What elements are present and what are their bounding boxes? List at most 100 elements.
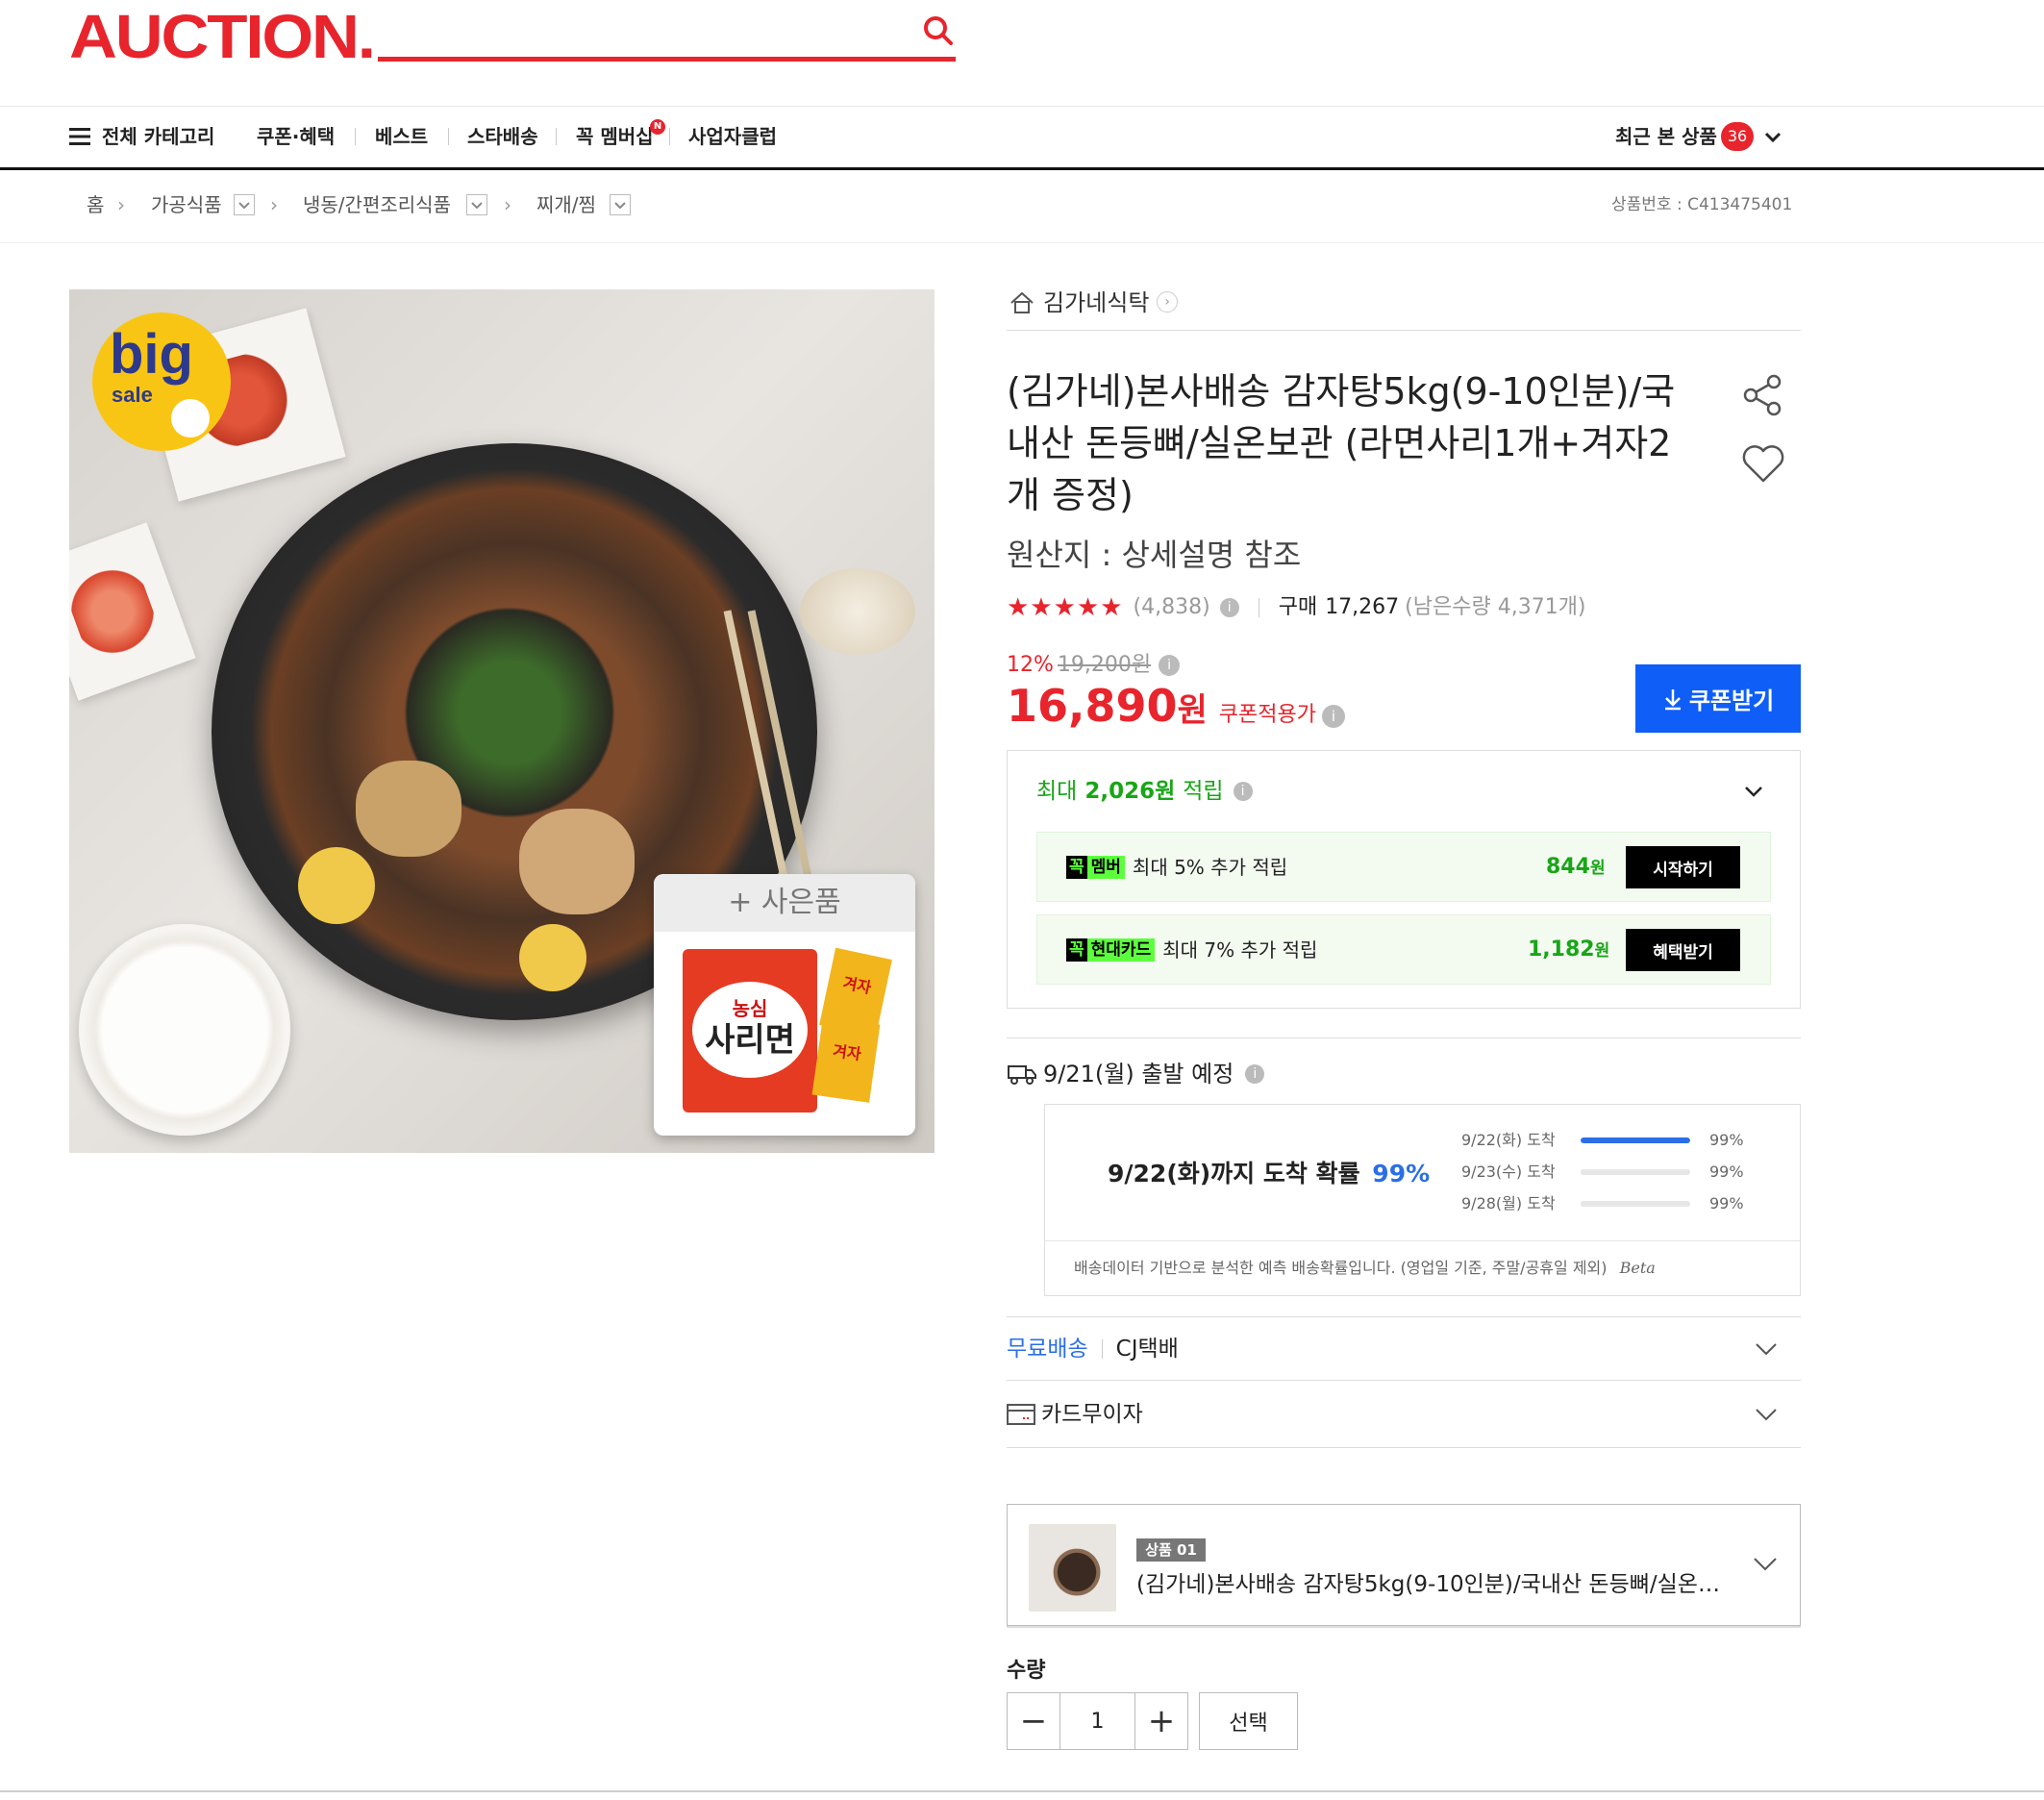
store-divider [1007, 330, 1801, 331]
nav-separator [355, 128, 356, 145]
quantity-input[interactable]: 1 [1060, 1693, 1134, 1749]
chevron-right-icon: › [504, 193, 511, 216]
ramen-package: 농심 사리면 [683, 949, 817, 1112]
price-unit: 원 [1177, 691, 1208, 730]
header-divider [0, 106, 2044, 107]
bar-pct-1: 99% [1709, 1162, 1744, 1181]
increase-quantity-button[interactable]: + [1134, 1693, 1187, 1749]
recent-items-label[interactable]: 최근 본 상품 [1615, 122, 1717, 151]
gift-card: + 사은품 농심 사리면 겨자 겨자 [654, 874, 915, 1136]
chevron-right-icon[interactable]: › [1157, 291, 1178, 312]
departure-row: 9/21(월) 출발 예정 i [1007, 1057, 1265, 1091]
origin-info: 원산지 : 상세설명 참조 [1007, 537, 1302, 573]
chevron-down-icon[interactable] [1743, 781, 1764, 802]
search-icon[interactable] [921, 13, 956, 48]
breadcrumb-dropdown[interactable] [234, 194, 255, 215]
member-points-row: 꼭 멤버 최대 5% 추가 적립 844원 시작하기 [1036, 832, 1771, 902]
option-thumbnail [1029, 1524, 1116, 1612]
rice-bowl [79, 924, 290, 1136]
chevron-down-icon[interactable] [1752, 1550, 1779, 1577]
max-points-row[interactable]: 최대 2,026원 적립 i [1036, 775, 1253, 808]
bar-track-2 [1581, 1201, 1690, 1207]
option-name: (김가네)본사배송 감자탕5kg(9-10인분)/국내산 돈등뼈/실온보... [1136, 1572, 1723, 1597]
price-row: 16,890 원 쿠폰적용가 i [1007, 679, 1345, 733]
probability-bars: 9/22(화) 도착 99% 9/23(수) 도착 99% 9/28(월) 도착… [1461, 1130, 1750, 1226]
discount-rate: 12% [1007, 653, 1054, 677]
rating-row: ★★★★★ (4,838) i 구매 17,267 (남은수량 4,371개) [1007, 591, 1586, 624]
chevron-down-icon[interactable] [1754, 1337, 1779, 1362]
bar-label-1: 9/23(수) 도착 [1461, 1162, 1556, 1181]
breadcrumb-dropdown[interactable] [610, 194, 631, 215]
select-button[interactable]: 선택 [1199, 1692, 1298, 1750]
search-input[interactable] [378, 10, 956, 62]
nav-membership[interactable]: 꼭 멤버십 [576, 122, 654, 151]
store-home-icon [1010, 290, 1034, 315]
info-icon[interactable]: i [1219, 598, 1239, 617]
remaining-stock: (남은수량 4,371개) [1405, 595, 1586, 619]
nav-all-categories[interactable]: 전체 카테고리 [102, 122, 214, 151]
info-icon[interactable]: i [1245, 1064, 1265, 1084]
get-coupon-button[interactable]: 쿠폰받기 [1635, 664, 1801, 733]
card-installment-row[interactable]: 카드무이자 [1007, 1398, 1143, 1431]
option-select[interactable] [1007, 1504, 1801, 1626]
breadcrumb-home[interactable]: 홈 [87, 190, 104, 219]
review-count[interactable]: (4,838) [1134, 591, 1210, 624]
breadcrumb-frozen-food[interactable]: 냉동/간편조리식품 [303, 190, 451, 219]
beta-label: Beta [1619, 1259, 1656, 1277]
nav-separator [556, 128, 557, 145]
start-membership-button[interactable]: 시작하기 [1626, 846, 1740, 888]
info-icon[interactable]: i [1233, 782, 1253, 801]
discount-row: 12% 19,200원 i [1007, 650, 1181, 681]
info-icon[interactable]: i [1322, 705, 1345, 728]
page-bottom-divider [0, 1790, 2044, 1792]
chevron-down-icon[interactable] [1754, 1402, 1779, 1427]
nav-best[interactable]: 베스트 [375, 122, 428, 151]
breadcrumb-processed-food[interactable]: 가공식품 [151, 190, 222, 219]
info-icon[interactable]: i [1159, 655, 1181, 676]
auction-logo[interactable]: AUCTION. [69, 6, 376, 67]
card-tag: 꼭 [1066, 938, 1087, 962]
row-divider [1007, 1316, 1801, 1317]
chevron-down-icon[interactable] [1763, 128, 1782, 147]
product-image[interactable]: big sale + 사은품 농심 사리면 겨자 겨자 [69, 289, 935, 1153]
chevron-right-icon: › [117, 193, 125, 216]
new-badge: N [650, 119, 665, 135]
carrier-name: CJ택배 [1115, 1337, 1179, 1362]
bunny-icon [171, 399, 210, 438]
arrival-summary: 9/22(화)까지 도착 확률 99% [1108, 1160, 1431, 1188]
share-icon[interactable] [1741, 373, 1785, 417]
card-icon [1007, 1404, 1035, 1425]
purchase-label: 구매 [1278, 595, 1318, 619]
big-sale-badge: big sale [92, 312, 231, 451]
free-shipping-label: 무료배송 [1007, 1337, 1088, 1362]
heart-icon[interactable] [1741, 442, 1785, 485]
get-benefit-button[interactable]: 혜택받기 [1626, 929, 1740, 971]
spoon [800, 568, 915, 655]
nav-coupons[interactable]: 쿠폰·혜택 [257, 122, 335, 151]
menu-icon[interactable] [69, 126, 90, 147]
quantity-label: 수량 [1007, 1659, 1046, 1683]
rating-stars: ★★★★★ [1007, 593, 1124, 622]
product-number: 상품번호 : C413475401 [1611, 195, 1793, 214]
card-points-amount: 1,182원 [1528, 938, 1610, 962]
download-icon [1664, 688, 1681, 710]
store-name-link[interactable]: 김가네식탁 [1043, 287, 1149, 319]
shipping-method-row[interactable]: 무료배송 CJ택배 [1007, 1333, 1179, 1365]
member-points-amount: 844원 [1546, 855, 1606, 879]
nav-star-delivery[interactable]: 스타배송 [467, 122, 538, 151]
breadcrumb-dropdown[interactable] [466, 194, 487, 215]
nav-divider [0, 167, 2044, 170]
nav-separator [448, 128, 449, 145]
row-divider [1007, 1380, 1801, 1381]
mustard-packet: 겨자 [811, 1016, 881, 1103]
member-points-text: 최대 5% 추가 적립 [1132, 856, 1288, 879]
bar-pct-2: 99% [1709, 1194, 1744, 1212]
quantity-stepper: − 1 + [1007, 1692, 1188, 1750]
nav-business-club[interactable]: 사업자클럽 [688, 122, 777, 151]
coupon-price-label: 쿠폰적용가 [1218, 703, 1316, 727]
sale-price: 16,890 [1007, 680, 1178, 732]
breadcrumb-stew[interactable]: 찌개/찜 [536, 190, 596, 219]
decrease-quantity-button[interactable]: − [1008, 1693, 1060, 1749]
row-divider [1007, 1447, 1801, 1448]
member-tag: 꼭 [1066, 856, 1087, 879]
